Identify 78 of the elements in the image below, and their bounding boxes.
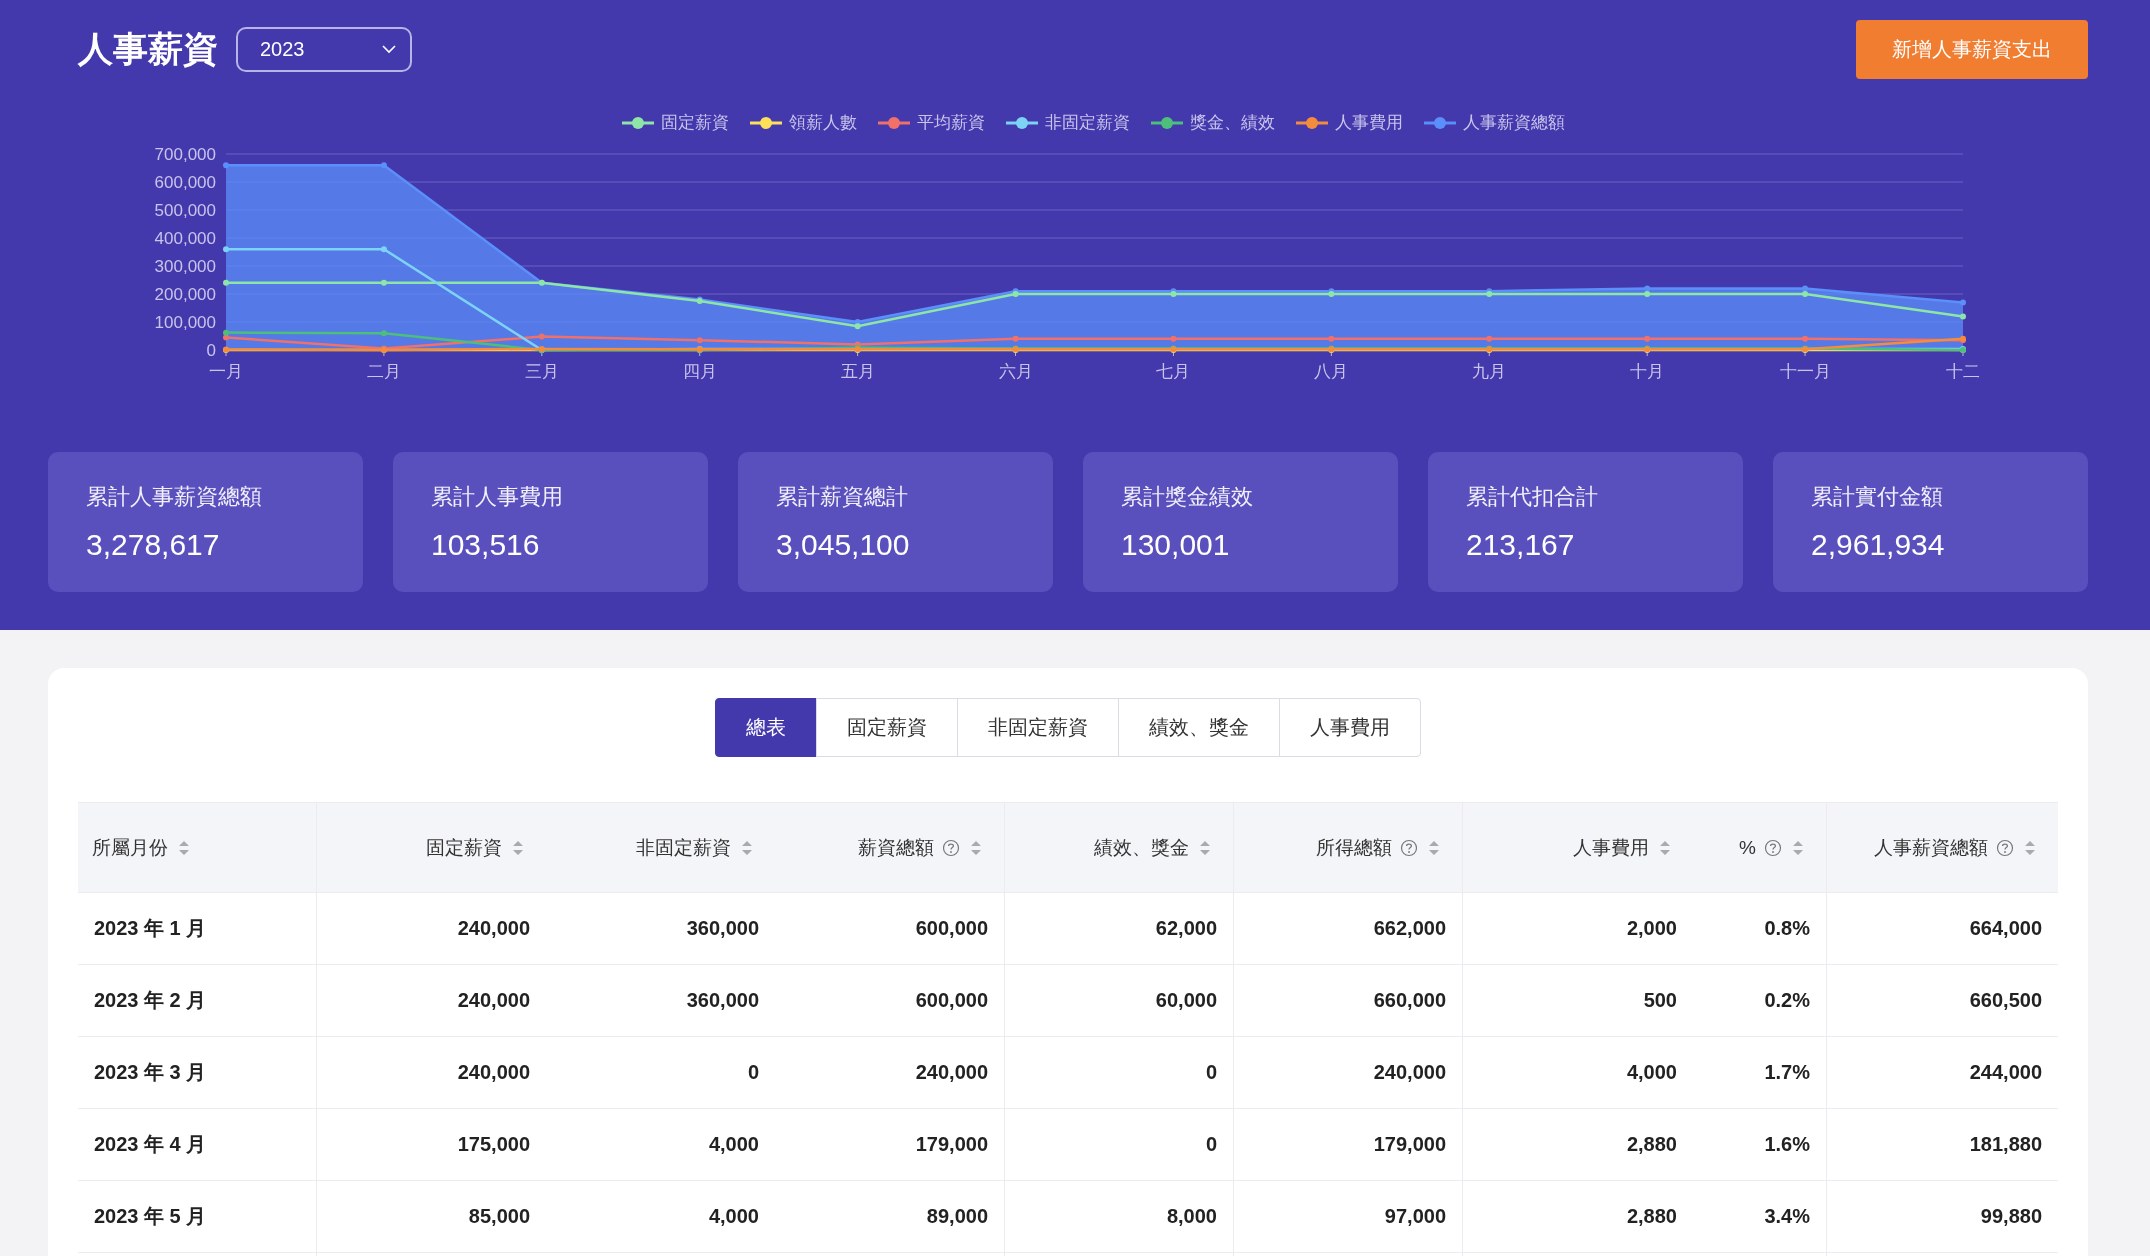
y-axis-label: 300,000 xyxy=(154,257,216,276)
table-cell: 240,000 xyxy=(1234,1036,1463,1108)
card-value: 213,167 xyxy=(1466,528,1576,562)
card-label: 累計薪資總計 xyxy=(776,483,909,511)
y-axis-label: 100,000 xyxy=(154,313,216,332)
y-axis-label: 400,000 xyxy=(154,229,216,248)
table-cell: 240,000 xyxy=(317,892,546,964)
y-axis-label: 500,000 xyxy=(154,201,216,220)
table-cell: 8,000 xyxy=(1005,1180,1234,1252)
table-cell: 664,000 xyxy=(1827,892,2058,964)
table-cell: 1.6% xyxy=(1693,1108,1827,1180)
table-cell: 2023 年 1 月 xyxy=(78,892,317,964)
table-cell: 360,000 xyxy=(546,964,775,1036)
table-cell: 0 xyxy=(1005,1108,1234,1180)
x-axis-label: 十月 xyxy=(1630,362,1665,381)
card-label: 累計實付金額 xyxy=(1811,483,1944,511)
page-title: 人事薪資 xyxy=(78,28,218,70)
x-axis-label: 七月 xyxy=(1156,362,1191,381)
table-cell: 600,000 xyxy=(775,964,1005,1036)
card-value: 2,961,934 xyxy=(1811,528,1946,562)
x-axis-label: 九月 xyxy=(1472,362,1507,381)
y-axis-label: 600,000 xyxy=(154,173,216,192)
table-cell: 85,000 xyxy=(317,1180,546,1252)
table-cell: 97,000 xyxy=(1234,1180,1463,1252)
card-value: 3,278,617 xyxy=(86,528,221,562)
table-cell: 4,000 xyxy=(546,1108,775,1180)
y-axis-label: 0 xyxy=(206,341,216,360)
table-cell: 2023 年 4 月 xyxy=(78,1108,317,1180)
x-axis-label: 五月 xyxy=(840,362,875,381)
table-cell: 662,000 xyxy=(1234,892,1463,964)
table-cell: 2,880 xyxy=(1463,1108,1693,1180)
card-label: 累計代扣合計 xyxy=(1466,483,1599,511)
table-cell: 240,000 xyxy=(317,964,546,1036)
card-label: 累計人事費用 xyxy=(431,483,564,511)
table-cell: 500 xyxy=(1463,964,1693,1036)
table-cell: 4,000 xyxy=(1463,1036,1693,1108)
table-cell: 244,000 xyxy=(1827,1036,2058,1108)
table-cell: 60,000 xyxy=(1005,964,1234,1036)
x-axis-label: 八月 xyxy=(1314,362,1349,381)
y-axis-label: 200,000 xyxy=(154,285,216,304)
card-value: 130,001 xyxy=(1121,528,1231,562)
table-cell: 175,000 xyxy=(317,1108,546,1180)
table-cell: 0 xyxy=(1005,1036,1234,1108)
table-cell: 2,880 xyxy=(1463,1180,1693,1252)
card-label: 累計人事薪資總額 xyxy=(86,483,263,511)
table-cell: 240,000 xyxy=(317,1036,546,1108)
table-cell: 99,880 xyxy=(1827,1180,2058,1252)
table-cell: 179,000 xyxy=(775,1108,1005,1180)
card-value: 103,516 xyxy=(431,528,541,562)
table-cell: 660,500 xyxy=(1827,964,2058,1036)
table-cell: 2,000 xyxy=(1463,892,1693,964)
table-cell: 2023 年 2 月 xyxy=(78,964,317,1036)
x-axis-label: 六月 xyxy=(998,362,1033,381)
y-axis-label: 700,000 xyxy=(154,145,216,164)
table-cell: 360,000 xyxy=(546,892,775,964)
card-value: 3,045,100 xyxy=(776,528,911,562)
x-axis-label: 二月 xyxy=(366,362,401,381)
table-cell: 181,880 xyxy=(1827,1108,2058,1180)
table-cell: 62,000 xyxy=(1005,892,1234,964)
table-cell: 0.8% xyxy=(1693,892,1827,964)
table-cell: 3.4% xyxy=(1693,1180,1827,1252)
x-axis-label: 三月 xyxy=(524,362,559,381)
table-cell: 89,000 xyxy=(775,1180,1005,1252)
table-cell: 179,000 xyxy=(1234,1108,1463,1180)
table-cell: 660,000 xyxy=(1234,964,1463,1036)
table-cell: 2023 年 5 月 xyxy=(78,1180,317,1252)
card-label: 累計獎金績效 xyxy=(1121,483,1254,511)
table-cell: 600,000 xyxy=(775,892,1005,964)
table-cell: 4,000 xyxy=(546,1180,775,1252)
x-axis-label: 四月 xyxy=(682,362,717,381)
x-axis-label: 十二 xyxy=(1946,362,1980,381)
table-cell: 0 xyxy=(546,1036,775,1108)
x-axis-label: 十一月 xyxy=(1779,362,1831,381)
table-cell: 240,000 xyxy=(775,1036,1005,1108)
x-axis-label: 一月 xyxy=(209,362,243,381)
table-cell: 1.7% xyxy=(1693,1036,1827,1108)
table-cell: 2023 年 3 月 xyxy=(78,1036,317,1108)
table-cell: 0.2% xyxy=(1693,964,1827,1036)
